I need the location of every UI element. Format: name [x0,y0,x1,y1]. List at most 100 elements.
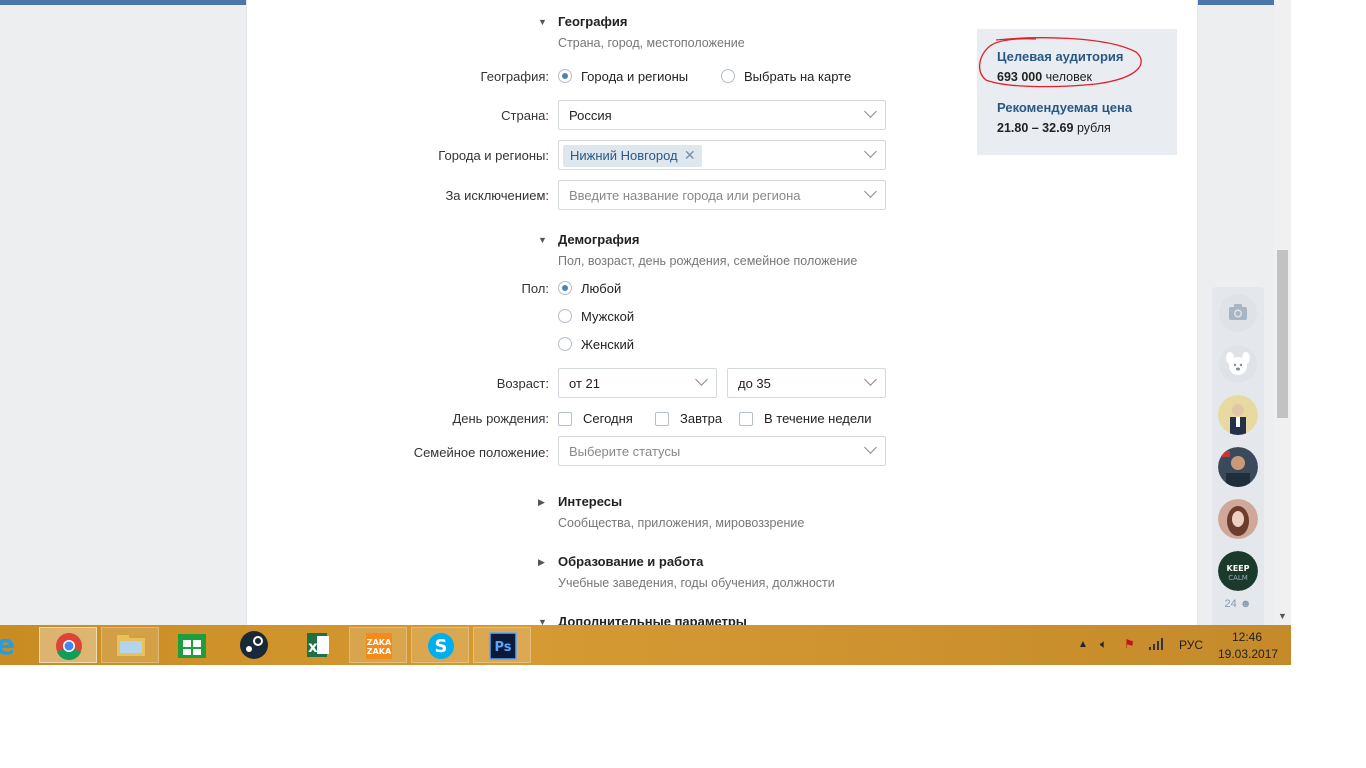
friend-avatar[interactable] [1218,395,1258,435]
person-icon: ☻ [1239,598,1252,610]
geo-mode-label: География: [480,69,549,84]
clock-date[interactable]: 19.03.2017 [1218,647,1278,661]
stickers-dog-icon[interactable] [1218,344,1258,384]
store-icon[interactable] [163,627,221,663]
city-token: Нижний Новгород ✕ [563,145,702,167]
svg-text:ZAKA: ZAKA [367,647,392,656]
geo-section-title[interactable]: География [558,14,627,29]
internet-explorer-icon[interactable]: e [0,627,20,663]
demo-section-title[interactable]: Демография [558,232,639,247]
svg-text:ZAKA: ZAKA [367,638,392,647]
radio-sex-female-label[interactable]: Женский [581,337,634,352]
family-status-select[interactable]: Выберите статусы [558,436,886,466]
chevron-down-icon [864,441,877,454]
camera-icon[interactable] [1218,293,1258,333]
checkbox-week-label[interactable]: В течение недели [764,411,872,426]
cities-select[interactable]: Нижний Новгород ✕ [558,140,886,170]
age-from-select[interactable]: от 21 [558,368,717,398]
radio-cities-regions-label[interactable]: Города и регионы [581,69,688,84]
red-annotation-circle [979,37,1142,88]
radio-sex-male-label[interactable]: Мужской [581,309,634,324]
friend-avatar[interactable]: KEEP CALM [1218,551,1258,591]
expand-triangle-icon[interactable]: ▶ [538,557,545,568]
checkbox-today-label[interactable]: Сегодня [583,411,633,426]
age-from-value: от 21 [569,376,600,391]
friends-panel: KEEP CALM 24 ☻ [1212,287,1264,625]
chevron-down-icon [864,373,877,386]
except-label: За исключением: [445,188,549,203]
file-explorer-icon[interactable] [101,627,159,663]
checkbox-week[interactable] [739,412,753,426]
speaker-icon[interactable]: 🔈︎ [1100,637,1107,652]
country-value: Россия [569,108,612,123]
svg-text:S: S [435,636,448,657]
svg-text:CALM: CALM [1228,574,1248,582]
excel-icon[interactable]: x [287,627,345,663]
svg-text:Ps: Ps [494,640,511,655]
demo-section-subtitle: Пол, возраст, день рождения, семейное по… [558,254,858,268]
sex-label: Пол: [521,281,550,296]
friend-avatar[interactable] [1218,499,1258,539]
skype-icon[interactable]: S [411,627,469,663]
online-count-value: 24 [1224,598,1237,610]
interests-section-subtitle: Сообщества, приложения, мировоззрение [558,516,805,530]
clock-time[interactable]: 12:46 [1232,630,1262,644]
education-section-title[interactable]: Образование и работа [558,554,703,569]
scroll-down-arrow-icon[interactable]: ▼ [1278,611,1287,621]
expand-triangle-icon[interactable]: ▶ [538,497,545,508]
chevron-down-icon [864,145,877,158]
collapse-triangle-icon[interactable]: ▼ [538,17,547,27]
geo-section-subtitle: Страна, город, местоположение [558,36,745,50]
show-hidden-icons-arrow[interactable]: ▲ [1078,639,1088,650]
friend-avatar[interactable] [1218,447,1258,487]
chevron-down-icon [695,373,708,386]
family-label: Семейное положение: [413,445,549,460]
interests-section-title[interactable]: Интересы [558,494,622,509]
checkbox-tomorrow[interactable] [655,412,669,426]
cities-label: Города и регионы: [438,148,549,163]
svg-text:e: e [0,628,15,661]
steam-icon[interactable] [225,627,283,663]
close-icon[interactable]: ✕ [684,147,696,164]
network-signal-icon[interactable] [1148,637,1164,654]
scrollbar[interactable]: ▼ [1274,0,1291,625]
scrollbar-thumb[interactable] [1277,250,1288,418]
action-center-flag-icon[interactable]: ⚑ [1124,637,1135,651]
photoshop-icon[interactable]: Ps [473,627,531,663]
country-select[interactable]: Россия [558,100,886,130]
radio-select-on-map[interactable] [721,69,735,83]
age-to-select[interactable]: до 35 [727,368,886,398]
checkbox-tomorrow-label[interactable]: Завтра [680,411,722,426]
price-range: 21.80 – 32.69 [997,121,1074,135]
price-unit: рубля [1076,121,1111,135]
radio-select-on-map-label[interactable]: Выбрать на карте [744,69,851,84]
except-placeholder: Введите название города или региона [569,188,801,203]
radio-sex-any[interactable] [558,281,572,295]
except-cities-input[interactable]: Введите название города или региона [558,180,886,210]
collapse-triangle-icon[interactable]: ▼ [538,617,547,625]
city-token-label: Нижний Новгород [570,148,678,163]
windows-taskbar: e x ZAKA ZAKA S Ps ▲ 🔈︎ ⚑ РУС 12:46 19.0… [0,625,1291,665]
price-label[interactable]: Рекомендуемая цена [997,100,1132,115]
language-indicator[interactable]: РУС [1179,638,1203,652]
extra-section-title[interactable]: Дополнительные параметры [558,614,747,625]
birthday-label: День рождения: [452,411,549,426]
svg-text:x: x [308,638,318,656]
radio-sex-any-label[interactable]: Любой [581,281,621,296]
radio-sex-female[interactable] [558,337,572,351]
zakazaka-icon[interactable]: ZAKA ZAKA [349,627,407,663]
checkbox-today[interactable] [558,412,572,426]
price-value: 21.80 – 32.69 рубля [997,121,1111,135]
education-section-subtitle: Учебные заведения, годы обучения, должно… [558,576,835,590]
svg-text:KEEP: KEEP [1227,564,1250,573]
chrome-icon[interactable] [39,627,97,663]
radio-sex-male[interactable] [558,309,572,323]
age-label: Возраст: [496,376,549,391]
collapse-triangle-icon[interactable]: ▼ [538,235,547,245]
country-label: Страна: [501,108,549,123]
chevron-down-icon [864,105,877,118]
family-placeholder: Выберите статусы [569,444,681,459]
online-friends-count[interactable]: 24 ☻ [1212,598,1264,610]
radio-cities-regions[interactable] [558,69,572,83]
chevron-down-icon [864,185,877,198]
